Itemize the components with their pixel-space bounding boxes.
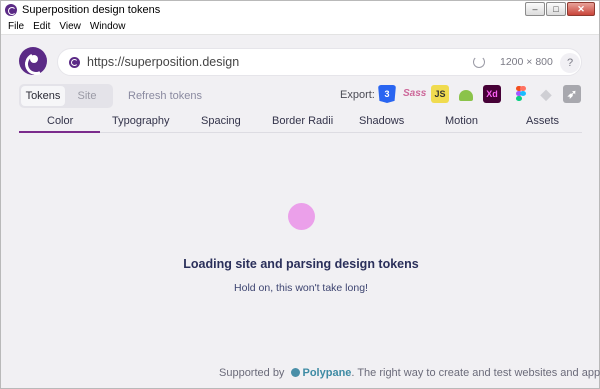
adobe-xd-icon[interactable]: Xd — [483, 85, 501, 103]
close-button[interactable]: ✕ — [567, 2, 595, 16]
css3-icon[interactable]: 3 — [378, 85, 396, 103]
sketch-icon[interactable]: ◆ — [537, 85, 555, 103]
tokens-toggle-button[interactable]: Tokens — [21, 86, 65, 106]
minimize-button[interactable]: – — [525, 2, 545, 16]
menu-edit[interactable]: Edit — [33, 21, 50, 32]
menu-file[interactable]: File — [8, 21, 24, 32]
menu-bar: File Edit View Window — [1, 19, 599, 35]
active-tab-indicator — [19, 131, 100, 133]
tab-shadows[interactable]: Shadows — [359, 115, 404, 127]
superposition-logo-icon[interactable] — [19, 47, 47, 75]
maximize-button[interactable]: □ — [546, 2, 566, 16]
android-icon[interactable] — [457, 85, 475, 103]
viewport-dimensions[interactable]: 1200 × 800 — [500, 56, 553, 68]
menu-window[interactable]: Window — [90, 21, 126, 32]
site-favicon-icon — [69, 56, 80, 68]
footer: Supported by Polypane. The right way to … — [219, 367, 600, 379]
sass-icon[interactable]: Sass — [403, 85, 426, 103]
url-input[interactable]: https://superposition.design — [87, 55, 239, 69]
reload-icon[interactable] — [473, 56, 485, 68]
url-bar[interactable]: https://superposition.design 1200 × 800 … — [57, 48, 582, 76]
window-controls: – □ ✕ — [525, 2, 595, 16]
help-button[interactable]: ? — [560, 53, 580, 73]
app-window: Superposition design tokens – □ ✕ File E… — [0, 0, 600, 389]
figma-icon[interactable] — [511, 85, 529, 103]
tab-color[interactable]: Color — [47, 115, 73, 127]
title-bar: Superposition design tokens – □ ✕ — [1, 1, 599, 19]
swift-icon[interactable]: ➶ — [563, 85, 581, 103]
tab-spacing[interactable]: Spacing — [201, 115, 241, 127]
menu-view[interactable]: View — [59, 21, 81, 32]
loading-title: Loading site and parsing design tokens — [183, 257, 419, 271]
token-tabs: Color Typography Spacing Border Radii Sh… — [19, 111, 582, 133]
tab-assets[interactable]: Assets — [526, 115, 559, 127]
footer-suffix: . The right way to create and test websi… — [351, 367, 600, 379]
view-toggle: Tokens Site — [19, 84, 113, 108]
loading-subtitle: Hold on, this won't take long! — [234, 282, 368, 294]
window-title: Superposition design tokens — [22, 4, 161, 16]
tab-border-radii[interactable]: Border Radii — [272, 115, 333, 127]
app-logo-icon — [5, 4, 17, 16]
tab-motion[interactable]: Motion — [445, 115, 478, 127]
polypane-link[interactable]: Polypane — [303, 367, 352, 379]
footer-prefix: Supported by — [219, 367, 285, 379]
javascript-icon[interactable]: JS — [431, 85, 449, 103]
site-toggle-button[interactable]: Site — [65, 86, 109, 106]
loading-spinner — [288, 203, 315, 230]
polypane-icon — [290, 368, 300, 377]
export-label: Export: — [340, 89, 375, 101]
tab-typography[interactable]: Typography — [112, 115, 169, 127]
refresh-tokens-button[interactable]: Refresh tokens — [128, 90, 202, 102]
